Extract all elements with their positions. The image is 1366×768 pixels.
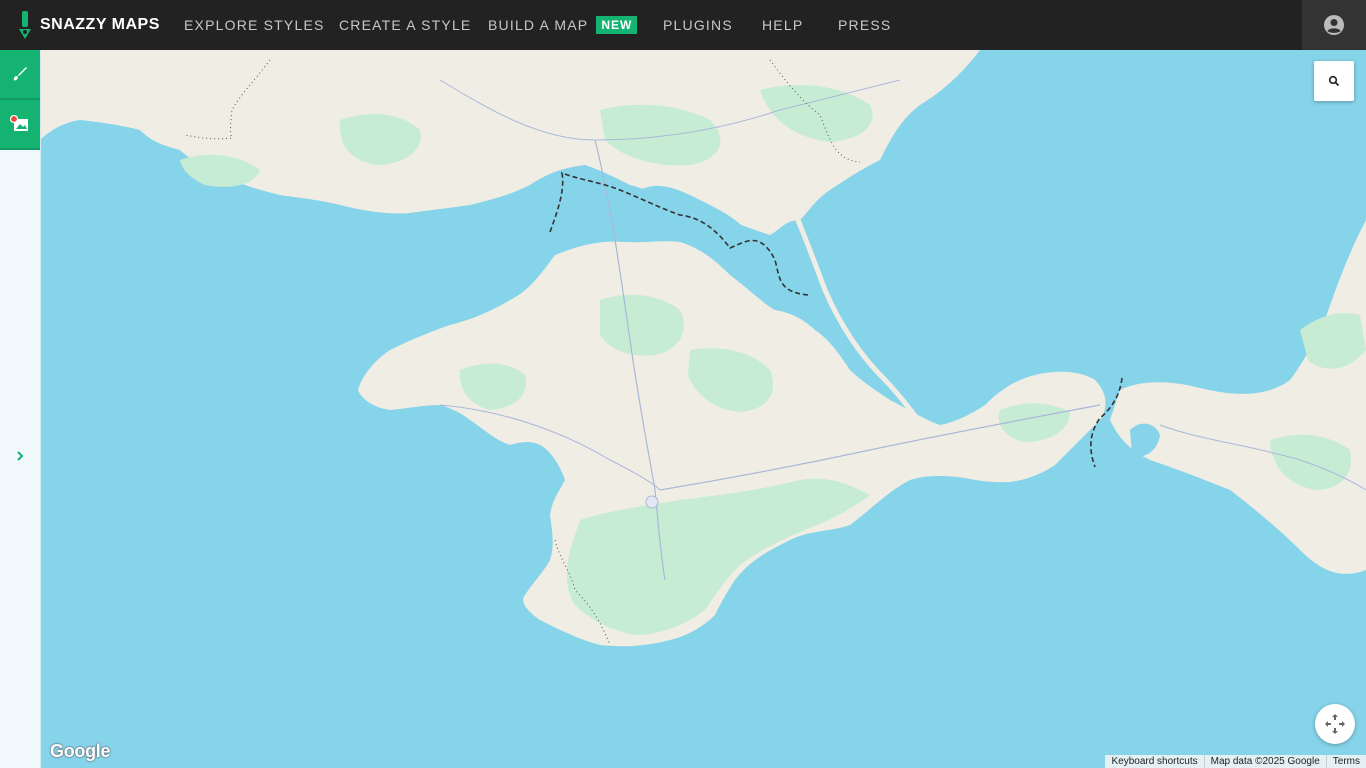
nav-explore-styles[interactable]: EXPLORE STYLES — [184, 0, 325, 50]
fullscreen-icon — [1325, 714, 1345, 734]
nav-label: HELP — [762, 17, 804, 33]
eastern-coast — [1110, 220, 1366, 574]
account-circle-icon — [1324, 15, 1344, 35]
paintbrush-icon — [13, 67, 27, 81]
fullscreen-button[interactable] — [1315, 704, 1355, 744]
map-attribution: Keyboard shortcuts Map data ©2025 Google… — [1105, 755, 1366, 768]
nav-label: CREATE A STYLE — [339, 17, 472, 33]
top-navigation: SNAZZY MAPS EXPLORE STYLES CREATE A STYL… — [0, 0, 1366, 50]
keyboard-shortcuts-link[interactable]: Keyboard shortcuts — [1105, 755, 1203, 768]
brand-name: SNAZZY MAPS — [40, 16, 160, 33]
nav-label: PLUGINS — [663, 17, 733, 33]
nav-label: EXPLORE STYLES — [184, 17, 325, 33]
expand-panel-button[interactable] — [12, 448, 28, 464]
sivash-lagoon — [740, 244, 782, 283]
google-logo: Google — [50, 741, 111, 761]
nav-label: BUILD A MAP — [488, 17, 589, 33]
terms-link[interactable]: Terms — [1325, 755, 1366, 768]
left-toolbar — [0, 50, 41, 768]
nav-create-a-style[interactable]: CREATE A STYLE — [339, 0, 471, 50]
brand-logo[interactable]: SNAZZY MAPS — [18, 0, 160, 50]
city-simferopol — [645, 495, 659, 509]
nav-press[interactable]: PRESS — [838, 0, 891, 50]
nav-plugins[interactable]: PLUGINS — [663, 0, 733, 50]
image-icon — [10, 115, 28, 131]
search-icon — [1328, 75, 1340, 87]
map-pin-icon — [19, 11, 31, 39]
chevron-right-icon — [17, 451, 24, 461]
crimea-peninsula — [358, 241, 1106, 647]
account-button[interactable] — [1302, 0, 1366, 50]
northern-mainland — [40, 50, 980, 235]
map-canvas[interactable] — [40, 50, 1366, 768]
new-badge: NEW — [596, 16, 638, 35]
nav-build-a-map[interactable]: BUILD A MAP NEW — [488, 0, 638, 50]
map-svg — [40, 50, 1366, 647]
nav-label: PRESS — [838, 17, 892, 33]
map-image-button[interactable] — [0, 100, 40, 150]
edit-style-button[interactable] — [0, 50, 40, 100]
map-search-button[interactable] — [1314, 61, 1354, 101]
map-data-credit: Map data ©2025 Google — [1203, 755, 1326, 768]
nav-help[interactable]: HELP — [762, 0, 803, 50]
